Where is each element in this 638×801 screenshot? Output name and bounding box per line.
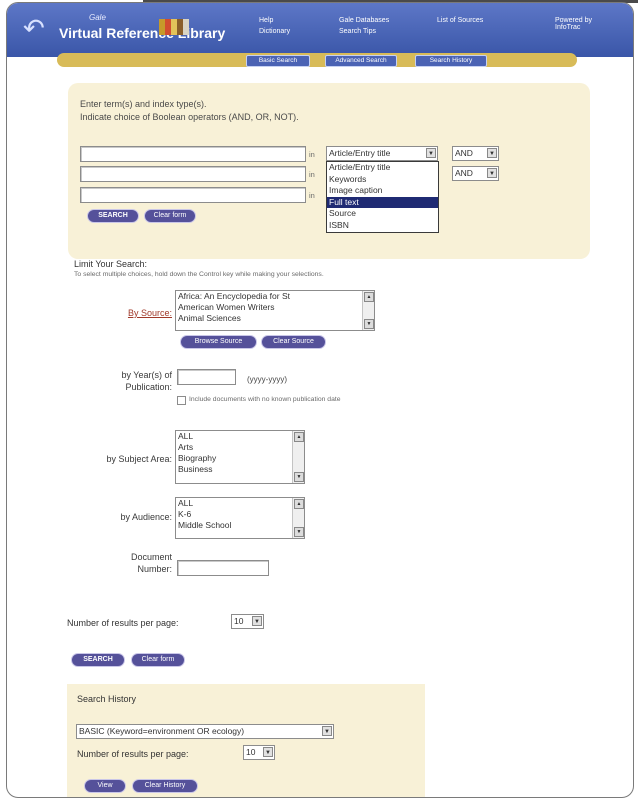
search-term-input-2[interactable] <box>80 166 306 182</box>
clear-source-button[interactable]: Clear Source <box>261 335 326 349</box>
source-option[interactable]: Animal Sciences <box>176 313 374 324</box>
chevron-down-icon: ▼ <box>426 148 436 158</box>
source-scrollbar[interactable]: ▲ ▼ <box>362 291 374 330</box>
subject-option[interactable]: Arts <box>176 442 304 453</box>
search-term-input-1[interactable] <box>80 146 306 162</box>
boolean-operator-select-2[interactable]: AND ▼ <box>452 166 499 181</box>
limit-search-hint: To select multiple choices, hold down th… <box>74 271 324 278</box>
subject-option[interactable]: Business <box>176 464 304 475</box>
clear-history-button[interactable]: Clear History <box>132 779 198 793</box>
dropdown-option-keywords[interactable]: Keywords <box>327 174 438 186</box>
index-type-select-1[interactable]: Article/Entry title ▼ <box>326 146 438 161</box>
audience-scrollbar[interactable]: ▲ ▼ <box>292 498 304 538</box>
source-option[interactable]: American Women Writers <box>176 302 374 313</box>
boolean-operator-2-value: AND <box>455 168 473 178</box>
audience-listbox[interactable]: ALL K-6 Middle School ▲ ▼ <box>175 497 305 539</box>
search-history-selected: BASIC (Keyword=environment OR ecology) <box>79 726 245 736</box>
books-logo-icon <box>159 19 189 35</box>
nav-link-list-of-sources[interactable]: List of Sources <box>437 17 483 24</box>
back-arrow-icon[interactable]: ↶ <box>23 13 45 44</box>
browse-source-button[interactable]: Browse Source <box>180 335 257 349</box>
boolean-operator-select-1[interactable]: AND ▼ <box>452 146 499 161</box>
limit-search-heading: Limit Your Search: <box>74 259 148 269</box>
results-per-page-label: Number of results per page: <box>67 618 179 628</box>
chevron-down-icon: ▼ <box>487 168 497 178</box>
history-per-page-select[interactable]: 10 ▼ <box>243 745 275 760</box>
source-listbox[interactable]: Africa: An Encyclopedia for St American … <box>175 290 375 331</box>
dropdown-option-image-caption[interactable]: Image caption <box>327 185 438 197</box>
clear-form-button-bottom[interactable]: Clear form <box>131 653 185 667</box>
search-button-top[interactable]: SEARCH <box>87 209 139 223</box>
in-label-1: in <box>309 150 315 159</box>
nav-link-gale-databases[interactable]: Gale Databases <box>339 17 389 24</box>
audience-label: by Audience: <box>120 512 172 522</box>
results-per-page-value: 10 <box>234 616 244 626</box>
history-per-page-label: Number of results per page: <box>77 749 189 759</box>
dropdown-option-article-title[interactable]: Article/Entry title <box>327 162 438 174</box>
source-option[interactable]: Africa: An Encyclopedia for St <box>176 291 374 302</box>
document-number-label-line2: Number: <box>137 564 172 574</box>
subject-scrollbar[interactable]: ▲ ▼ <box>292 431 304 483</box>
chevron-down-icon: ▼ <box>322 726 332 736</box>
chevron-down-icon: ▼ <box>487 148 497 158</box>
nav-link-powered-by: Powered by InfoTrac <box>555 17 592 31</box>
chevron-down-icon: ▼ <box>252 616 262 626</box>
document-number-label-line1: Document <box>130 552 172 562</box>
subject-area-listbox[interactable]: ALL Arts Biography Business ▲ ▼ <box>175 430 305 484</box>
year-label-line1: by Year(s) of <box>121 370 172 380</box>
dropdown-option-isbn[interactable]: ISBN <box>327 220 438 232</box>
app-header: ↶ Gale Virtual Reference Library Help Di… <box>7 3 633 57</box>
history-per-page-value: 10 <box>246 747 256 757</box>
dropdown-option-full-text[interactable]: Full text <box>327 196 438 209</box>
year-label-line2: Publication: <box>125 382 172 392</box>
search-button-bottom[interactable]: SEARCH <box>71 653 125 667</box>
subject-option[interactable]: Biography <box>176 453 304 464</box>
audience-option[interactable]: ALL <box>176 498 304 509</box>
index-type-select-1-value: Article/Entry title <box>329 148 391 158</box>
by-source-link[interactable]: By Source: <box>107 308 172 318</box>
clear-form-button-top[interactable]: Clear form <box>144 209 196 223</box>
index-type-dropdown-list[interactable]: Article/Entry title Keywords Image capti… <box>326 161 439 233</box>
include-unknown-date-checkbox[interactable] <box>177 396 186 405</box>
document-number-input[interactable] <box>177 560 269 576</box>
nav-link-dictionary[interactable]: Dictionary <box>259 28 290 35</box>
nav-link-search-tips[interactable]: Search Tips <box>339 28 376 35</box>
tab-basic-search[interactable]: Basic Search <box>246 55 310 67</box>
audience-option[interactable]: Middle School <box>176 520 304 531</box>
instructions-line2: Indicate choice of Boolean operators (AN… <box>80 112 299 122</box>
search-term-input-3[interactable] <box>80 187 306 203</box>
subject-area-label: by Subject Area: <box>106 454 172 464</box>
dropdown-option-source[interactable]: Source <box>327 208 438 220</box>
search-history-title: Search History <box>77 694 137 704</box>
browser-window: ↶ Gale Virtual Reference Library Help Di… <box>6 2 634 798</box>
brand-small: Gale <box>89 13 106 22</box>
include-unknown-date-label: Include documents with no known publicat… <box>189 396 341 403</box>
search-history-select[interactable]: BASIC (Keyword=environment OR ecology) ▼ <box>76 724 334 739</box>
view-history-button[interactable]: View <box>84 779 126 793</box>
tabs-strip <box>57 53 577 67</box>
in-label-2: in <box>309 170 315 179</box>
tab-advanced-search[interactable]: Advanced Search <box>325 55 397 67</box>
audience-option[interactable]: K-6 <box>176 509 304 520</box>
year-format-hint: (yyyy-yyyy) <box>247 375 287 384</box>
results-per-page-select[interactable]: 10 ▼ <box>231 614 264 629</box>
app-title: Virtual Reference Library <box>59 25 226 41</box>
chevron-down-icon: ▼ <box>263 747 273 757</box>
nav-link-help[interactable]: Help <box>259 17 273 24</box>
instructions-line1: Enter term(s) and index type(s). <box>80 99 207 109</box>
boolean-operator-1-value: AND <box>455 148 473 158</box>
tab-search-history[interactable]: Search History <box>415 55 487 67</box>
subject-option[interactable]: ALL <box>176 431 304 442</box>
in-label-3: in <box>309 191 315 200</box>
publication-year-input[interactable] <box>177 369 236 385</box>
